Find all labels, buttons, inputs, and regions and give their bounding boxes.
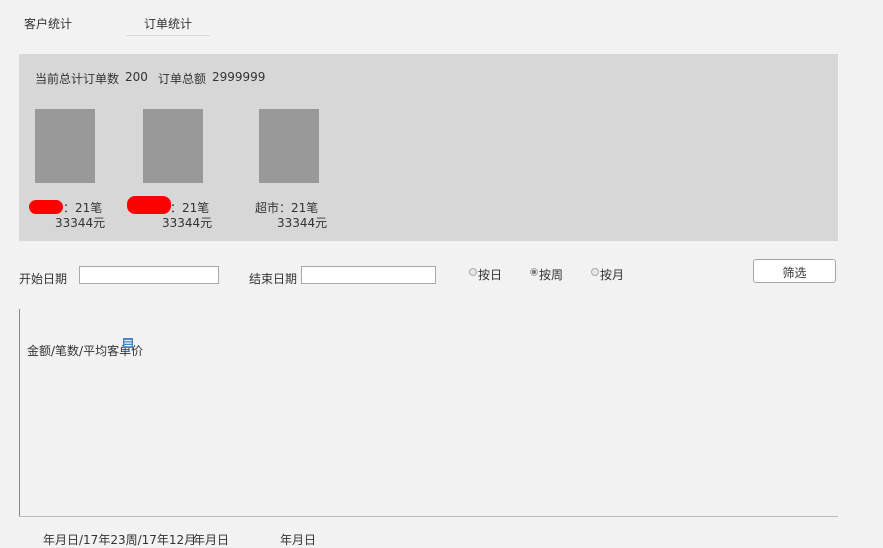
redacted-store-name [29,200,63,214]
start-date-input[interactable] [79,266,219,284]
radio-by-month[interactable]: 按月 [591,266,624,283]
store-amount: 33344元 [55,216,106,230]
radio-circle-icon [469,268,477,276]
radio-by-week[interactable]: 按周 [530,266,563,283]
chart-legend-icon[interactable] [123,338,133,348]
store-amount: 33344元 [277,216,328,230]
radio-label: 按周 [539,268,564,282]
start-date-label: 开始日期 [19,272,68,286]
summary-panel: 当前总计订单数 200 订单总额 2999999 ：21笔 33344元 ：21… [19,54,838,241]
store-bar [35,109,95,183]
store-name: 超市 [255,201,280,215]
chart-area [19,309,838,517]
filter-button[interactable]: 筛选 [753,259,836,283]
radio-label: 按日 [478,268,503,282]
redacted-store-name [127,196,171,214]
end-date-input[interactable] [301,266,436,284]
y-axis-line [19,309,20,517]
end-date-label: 结束日期 [249,272,298,286]
x-tick-label: 年月日 [280,533,317,547]
radio-label: 按月 [600,268,625,282]
total-amount-label: 订单总额 [158,72,207,86]
tab-order-stats[interactable]: 订单统计 [126,15,210,36]
tab-customer-stats[interactable]: 客户统计 [24,15,72,35]
radio-circle-icon [591,268,599,276]
store-count: ：21笔 [279,201,319,215]
total-orders-value: 200 [125,70,148,84]
total-orders-label: 当前总计订单数 [35,72,120,86]
radio-by-day[interactable]: 按日 [469,266,502,283]
store-amount: 33344元 [162,216,213,230]
radio-checked-icon [530,268,538,276]
store-bar [259,109,319,183]
x-tick-label: 年月日/17年23周/17年12月 [43,533,197,547]
x-tick-label: 年月日 [193,533,230,547]
total-amount-value: 2999999 [212,70,266,84]
store-bar [143,109,203,183]
x-axis-line [19,516,838,517]
